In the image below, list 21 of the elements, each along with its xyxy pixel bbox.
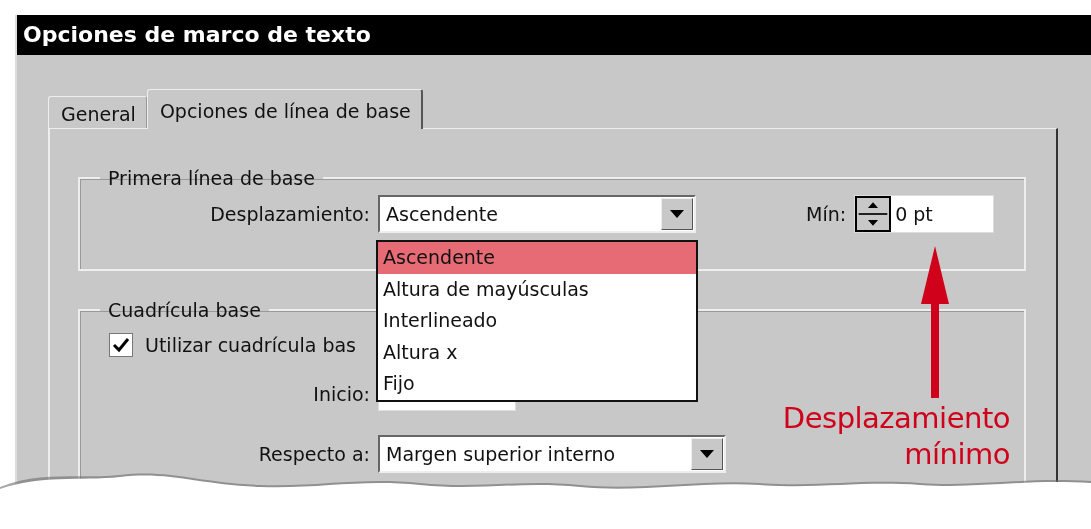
group-title: Cuadrícula base — [107, 299, 262, 321]
dropdown-select[interactable]: Ascendente — [378, 195, 696, 233]
dropdown-option[interactable]: Interlineado — [378, 305, 696, 337]
dropdown-option[interactable]: Ascendente — [378, 242, 696, 274]
field-label: Desplazamiento: — [209, 203, 370, 225]
window-title: Opciones de marco de texto — [17, 15, 1091, 55]
checkbox-label: Utilizar cuadrícula bas — [145, 334, 356, 356]
spinner-arrows-icon[interactable] — [855, 196, 892, 232]
tab[interactable]: Opciones de línea de base — [146, 89, 423, 129]
checkbox[interactable] — [109, 333, 133, 357]
dropdown-option[interactable]: Fijo — [378, 368, 696, 400]
dropdown-select[interactable]: Margen superior interno — [378, 435, 726, 473]
field-label: Mín: — [806, 203, 847, 225]
field-label: Inicio: — [312, 383, 370, 405]
field-label: Respecto a: — [257, 443, 370, 465]
annotation-text: Desplazamiento mínimo — [781, 400, 1010, 472]
group-title: Primera línea de base — [107, 167, 316, 189]
dropdown-option[interactable]: Altura de mayúsculas — [378, 273, 696, 305]
spinner-field[interactable]: 0 pt — [854, 195, 995, 233]
tab[interactable]: General — [48, 96, 147, 128]
dropdown-option[interactable]: Altura x — [378, 336, 696, 368]
